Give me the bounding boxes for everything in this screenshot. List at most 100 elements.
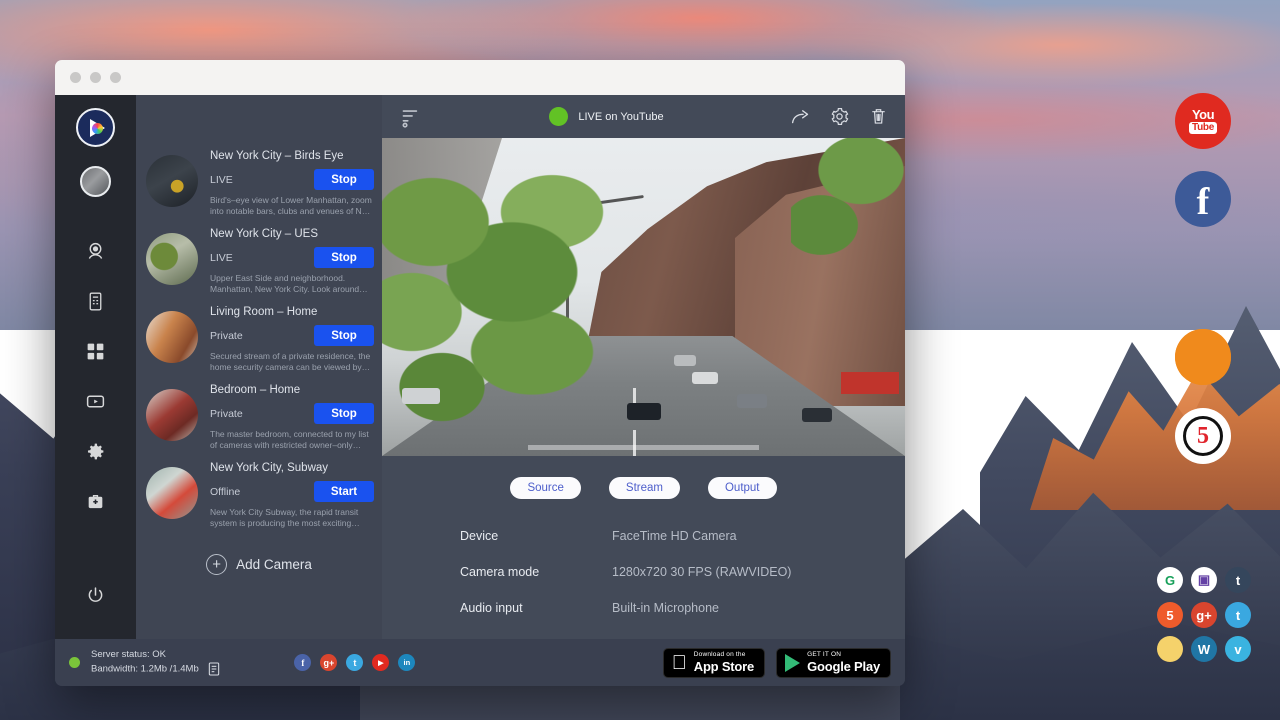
window-minimize-button[interactable]	[90, 72, 101, 83]
sidebar-item-player[interactable]	[76, 381, 116, 421]
window-maximize-button[interactable]	[110, 72, 121, 83]
social-google-plus[interactable]: g+	[320, 654, 337, 671]
apple-logo-icon: 	[672, 653, 687, 673]
window-titlebar[interactable]	[55, 60, 905, 95]
facebook-glyph: f	[301, 658, 304, 668]
social-twitter[interactable]: t	[346, 654, 363, 671]
sidebar-item-grid[interactable]	[76, 331, 116, 371]
add-camera-button[interactable]: + Add Camera	[136, 530, 382, 575]
spec-label-audio-input: Audio input	[460, 601, 612, 615]
camera-list-item[interactable]: Bedroom – Home Private Stop The master b…	[136, 374, 382, 452]
video-car	[674, 355, 696, 366]
desktop-shortcut-youtube[interactable]: You Tube	[1175, 93, 1231, 149]
crosswalk	[528, 445, 758, 450]
camera-list-item[interactable]: New York City – UES LIVE Stop Upper East…	[136, 218, 382, 296]
color-wheel-icon	[92, 123, 103, 134]
social-youtube[interactable]: ▶	[372, 654, 389, 671]
camera-list-item[interactable]: New York City, Subway Offline Start New …	[136, 452, 382, 530]
twitch-glyph: ▣	[1198, 572, 1210, 588]
device-icon	[85, 291, 106, 312]
server-status-dot	[69, 657, 80, 668]
mini-shortcut-tumblr[interactable]: t	[1225, 567, 1251, 593]
mini-shortcut-red5[interactable]: 5	[1157, 602, 1183, 628]
app-logo[interactable]	[76, 108, 115, 147]
camera-description: Secured stream of a private residence, t…	[210, 351, 374, 373]
window-body: New York City – Birds Eye LIVE Stop Bird…	[55, 95, 905, 639]
webcam-icon	[85, 241, 106, 262]
main-panel: LIVE on YouTube	[382, 95, 905, 639]
camera-action-button[interactable]: Stop	[314, 403, 374, 424]
gplus-glyph: g+	[323, 658, 334, 668]
camera-description: The master bedroom, connected to my list…	[210, 429, 374, 451]
sidebar-item-power[interactable]	[76, 575, 116, 615]
google-play-badge[interactable]: GET IT ON Google Play	[776, 648, 891, 678]
social-facebook[interactable]: f	[294, 654, 311, 671]
camera-action-button[interactable]: Stop	[314, 247, 374, 268]
desktop-shortcut-facebook[interactable]: f	[1175, 171, 1231, 227]
mini-shortcut-twitch[interactable]: ▣	[1191, 567, 1217, 593]
log-document-icon[interactable]	[206, 661, 222, 677]
camera-state: Offline	[210, 486, 314, 498]
vimeo-glyph: v	[1234, 642, 1241, 657]
camera-action-button[interactable]: Stop	[314, 325, 374, 346]
specs-table: Device FaceTime HD Camera Camera mode 12…	[382, 499, 905, 637]
camera-title: New York City, Subway	[210, 462, 374, 474]
facebook-glyph: f	[1197, 180, 1210, 224]
camera-thumbnail	[146, 155, 198, 207]
avatar[interactable]	[80, 166, 111, 197]
tumblr-glyph: t	[1236, 573, 1240, 588]
spec-label-camera-mode: Camera mode	[460, 565, 612, 579]
camera-title: Living Room – Home	[210, 306, 374, 318]
red5-target-icon: 5	[1183, 416, 1223, 456]
camera-state: Private	[210, 408, 314, 420]
video-preview[interactable]	[382, 138, 905, 456]
spec-row: Audio input Built-in Microphone	[460, 601, 905, 615]
app-store-big-text: App Store	[694, 660, 754, 673]
mini-shortcut-google-plus[interactable]: g+	[1191, 602, 1217, 628]
share-button[interactable]	[789, 106, 811, 128]
wordpress-glyph: W	[1198, 642, 1210, 657]
sidebar-item-support[interactable]	[76, 481, 116, 521]
social-links: f g+ t ▶ in	[294, 654, 415, 671]
camera-list-item[interactable]: Living Room – Home Private Stop Secured …	[136, 296, 382, 374]
mini-shortcut-twitter[interactable]: t	[1225, 602, 1251, 628]
camera-state: Private	[210, 330, 314, 342]
spec-value-device[interactable]: FaceTime HD Camera	[612, 529, 737, 543]
camera-action-button[interactable]: Stop	[314, 169, 374, 190]
sidebar-item-settings[interactable]	[76, 431, 116, 471]
gplus-glyph: g+	[1196, 608, 1212, 623]
mini-shortcut-wordpress[interactable]: W	[1191, 636, 1217, 662]
camera-action-button[interactable]: Start	[314, 481, 374, 502]
sidebar-item-webcam[interactable]	[76, 231, 116, 271]
spec-value-camera-mode[interactable]: 1280x720 30 FPS (RAWVIDEO)	[612, 565, 791, 579]
camera-list-header	[136, 95, 382, 138]
camera-list-item[interactable]: New York City – Birds Eye LIVE Stop Bird…	[136, 140, 382, 218]
mini-shortcut-grammarly[interactable]: G	[1157, 567, 1183, 593]
sidebar-item-devices[interactable]	[76, 281, 116, 321]
live-dot-icon	[549, 107, 568, 126]
delete-button[interactable]	[867, 106, 889, 128]
tab-source[interactable]: Source	[510, 477, 580, 499]
window-close-button[interactable]	[70, 72, 81, 83]
sort-button[interactable]	[398, 104, 424, 130]
plus-icon: +	[206, 554, 227, 575]
mini-shortcut-sun[interactable]	[1157, 636, 1183, 662]
sidebar	[55, 95, 136, 639]
share-icon	[790, 106, 811, 127]
camera-thumbnail	[146, 233, 198, 285]
video-car	[627, 403, 661, 420]
tab-bar: Source Stream Output	[382, 456, 905, 499]
tab-stream[interactable]: Stream	[609, 477, 680, 499]
twitter-glyph: t	[353, 658, 356, 668]
mini-shortcut-vimeo[interactable]: v	[1225, 636, 1251, 662]
play-triangle-icon	[90, 119, 105, 137]
app-store-badge[interactable]:  Download on the App Store	[663, 648, 765, 678]
desktop-shortcut-red5[interactable]: 5	[1175, 408, 1231, 464]
tab-output[interactable]: Output	[708, 477, 777, 499]
camera-state: LIVE	[210, 174, 314, 186]
settings-button[interactable]	[828, 106, 850, 128]
spec-value-audio-input[interactable]: Built-in Microphone	[612, 601, 719, 615]
camera-thumbnail	[146, 389, 198, 441]
social-linkedin[interactable]: in	[398, 654, 415, 671]
youtube-badge-text: Tube	[1189, 122, 1217, 134]
